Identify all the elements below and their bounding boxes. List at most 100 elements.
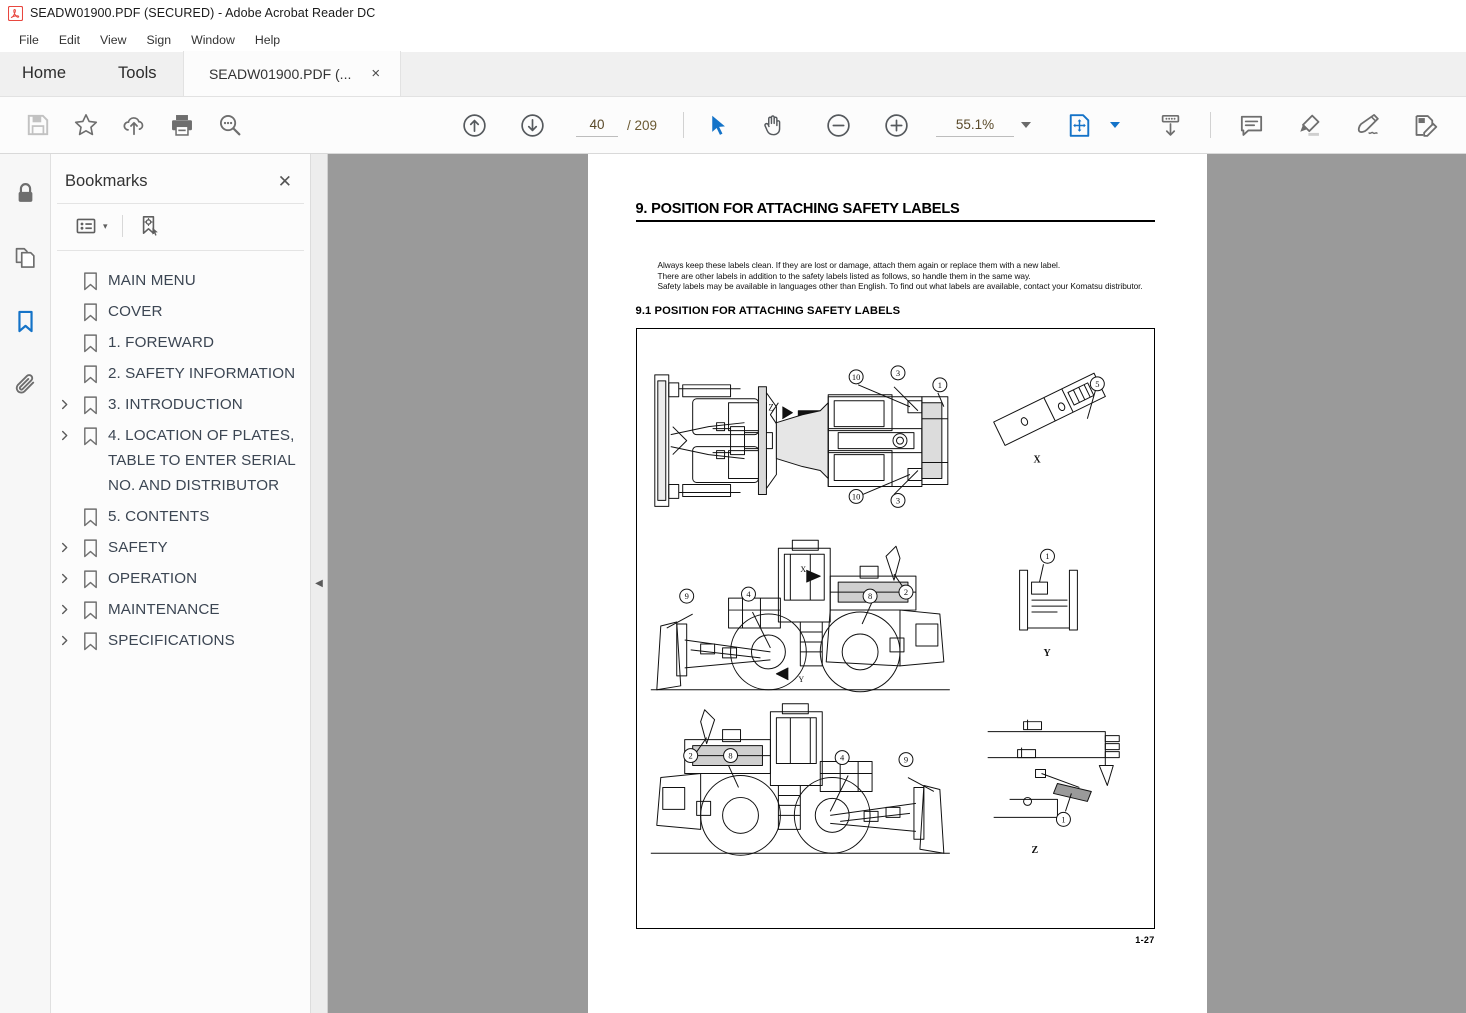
bookmark-item[interactable]: 4. LOCATION OF PLATES, TABLE TO ENTER SE… bbox=[51, 420, 310, 501]
next-page-button[interactable] bbox=[508, 105, 556, 145]
bookmark-item[interactable]: SPECIFICATIONS bbox=[51, 625, 310, 656]
menu-edit[interactable]: Edit bbox=[49, 31, 90, 49]
zoom-level-input[interactable] bbox=[936, 113, 1015, 137]
security-lock-button[interactable] bbox=[5, 174, 45, 212]
bookmarks-list: MAIN MENU COVER 1. FOREWARD 2. SAFETY INFOR… bbox=[51, 251, 310, 656]
bookmark-icon bbox=[77, 330, 103, 353]
tab-home[interactable]: Home bbox=[0, 51, 92, 96]
svg-text:X: X bbox=[800, 565, 806, 574]
chevron-right-icon[interactable] bbox=[51, 597, 77, 615]
bookmark-item[interactable]: MAINTENANCE bbox=[51, 594, 310, 625]
zoom-out-button[interactable] bbox=[814, 105, 862, 145]
panel-collapse-handle[interactable]: ◀ bbox=[311, 154, 328, 1013]
page-footer-number: 1-27 bbox=[1135, 934, 1155, 945]
svg-text:Y: Y bbox=[1043, 648, 1050, 659]
chevron-down-icon: ▾ bbox=[103, 220, 108, 231]
document-paragraph-1: Always keep these labels clean. If they … bbox=[657, 260, 1061, 270]
bookmark-icon bbox=[77, 392, 103, 415]
fill-and-sign-icon bbox=[1357, 113, 1379, 134]
chevron-right-icon[interactable] bbox=[51, 535, 77, 553]
chevron-right-icon[interactable] bbox=[51, 628, 77, 646]
bookmark-item[interactable]: 2. SAFETY INFORMATION bbox=[51, 358, 310, 389]
svg-text:1: 1 bbox=[1061, 814, 1065, 824]
select-tool-button[interactable] bbox=[694, 105, 742, 145]
svg-text:9: 9 bbox=[903, 754, 907, 764]
svg-text:10: 10 bbox=[851, 491, 859, 501]
page-number-input[interactable] bbox=[576, 113, 618, 137]
menu-file[interactable]: File bbox=[9, 31, 49, 49]
save-button[interactable] bbox=[14, 105, 62, 145]
close-icon[interactable]: × bbox=[371, 66, 380, 81]
svg-text:1: 1 bbox=[937, 380, 941, 390]
menu-help[interactable]: Help bbox=[245, 31, 290, 49]
fit-page-chevron-down-icon[interactable] bbox=[1110, 122, 1121, 128]
highlight-button[interactable] bbox=[1285, 105, 1333, 145]
edit-pdf-button[interactable] bbox=[1401, 105, 1449, 145]
list-options-icon bbox=[76, 218, 96, 234]
bookmark-icon bbox=[77, 535, 103, 558]
bookmark-item[interactable]: 3. INTRODUCTION bbox=[51, 389, 310, 420]
attachments-button[interactable] bbox=[5, 366, 45, 404]
attachments-icon bbox=[15, 373, 34, 394]
svg-text:2: 2 bbox=[688, 750, 692, 760]
navigation-rail bbox=[0, 154, 51, 1013]
bookmark-item[interactable]: COVER bbox=[51, 296, 310, 327]
bookmark-icon bbox=[77, 566, 103, 589]
tab-document[interactable]: SEADW01900.PDF (... × bbox=[182, 51, 401, 96]
bookmark-item[interactable]: MAIN MENU bbox=[51, 265, 310, 296]
toolbar-navigation-group: / 209 bbox=[450, 105, 657, 145]
tab-document-label: SEADW01900.PDF (... bbox=[208, 65, 352, 82]
bookmark-item-label: 4. LOCATION OF PLATES, TABLE TO ENTER SE… bbox=[108, 427, 296, 494]
zoom-in-button[interactable] bbox=[872, 105, 920, 145]
main-toolbar: / 209 bbox=[0, 97, 1466, 154]
menu-view[interactable]: View bbox=[90, 31, 136, 49]
print-button[interactable] bbox=[158, 105, 206, 145]
search-button[interactable] bbox=[206, 105, 254, 145]
fit-page-button[interactable] bbox=[1055, 105, 1103, 145]
document-viewer[interactable]: 9. POSITION FOR ATTACHING SAFETY LABELS … bbox=[328, 154, 1466, 1013]
bookmark-icon bbox=[77, 268, 103, 291]
chevron-right-icon[interactable] bbox=[51, 566, 77, 584]
pdf-page: 9. POSITION FOR ATTACHING SAFETY LABELS … bbox=[587, 154, 1207, 1013]
bookmarks-panel-title: Bookmarks bbox=[65, 172, 148, 190]
menu-window[interactable]: Window bbox=[181, 31, 245, 49]
toolbar-file-group bbox=[14, 105, 254, 145]
menu-bar: File Edit View Sign Window Help bbox=[0, 27, 1466, 52]
document-paragraph-2: There are other labels in addition to th… bbox=[657, 270, 1031, 281]
chevron-right-icon[interactable] bbox=[51, 392, 77, 410]
bookmark-twisty-placeholder bbox=[51, 268, 77, 275]
bookmark-options-button[interactable]: ▾ bbox=[71, 210, 111, 242]
fill-and-sign-button[interactable] bbox=[1343, 105, 1391, 145]
security-lock-icon bbox=[18, 182, 32, 202]
bookmark-item[interactable]: 5. CONTENTS bbox=[51, 501, 310, 532]
new-bookmark-button[interactable] bbox=[134, 210, 164, 242]
cloud-upload-button[interactable] bbox=[110, 105, 158, 145]
chevron-right-icon[interactable] bbox=[51, 423, 77, 441]
menu-sign[interactable]: Sign bbox=[136, 31, 181, 49]
hand-tool-button[interactable] bbox=[748, 105, 796, 145]
tab-tools[interactable]: Tools bbox=[92, 51, 183, 96]
previous-page-button[interactable] bbox=[450, 105, 498, 145]
bookmarks-button[interactable] bbox=[5, 302, 45, 340]
toolbar-view-group bbox=[1055, 105, 1121, 145]
scroll-mode-button[interactable] bbox=[1146, 105, 1194, 145]
page-thumbnails-button[interactable] bbox=[5, 238, 45, 276]
chevron-down-icon[interactable] bbox=[1021, 122, 1032, 128]
bookmark-twisty-placeholder bbox=[51, 504, 77, 511]
toolbar-separator-1 bbox=[683, 112, 685, 138]
svg-text:3: 3 bbox=[895, 368, 899, 378]
page-scroll-icon bbox=[1161, 114, 1179, 136]
new-bookmark-icon bbox=[142, 216, 158, 236]
bookmark-item[interactable]: 1. FOREWARD bbox=[51, 327, 310, 358]
bookmark-item-label: 5. CONTENTS bbox=[108, 508, 210, 525]
comment-button[interactable] bbox=[1227, 105, 1275, 145]
arrow-down-circle-icon bbox=[520, 113, 544, 137]
bookmark-item[interactable]: OPERATION bbox=[51, 563, 310, 594]
bookmark-item-label: 2. SAFETY INFORMATION bbox=[108, 365, 296, 382]
close-icon[interactable]: ✕ bbox=[278, 173, 292, 190]
document-subheading: 9.1 POSITION FOR ATTACHING SAFETY LABELS bbox=[635, 304, 901, 317]
svg-text:X: X bbox=[1033, 454, 1041, 465]
bookmark-item[interactable]: SAFETY bbox=[51, 532, 310, 563]
star-button[interactable] bbox=[62, 105, 110, 145]
svg-text:Y: Y bbox=[798, 675, 804, 684]
